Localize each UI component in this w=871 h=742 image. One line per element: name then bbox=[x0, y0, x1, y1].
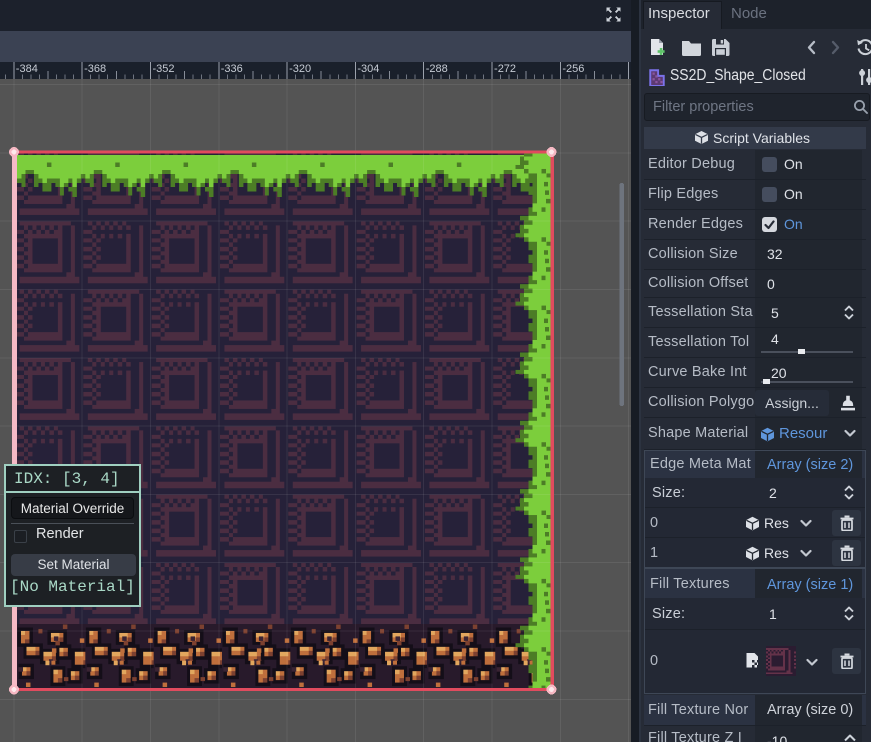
svg-text:-368: -368 bbox=[84, 63, 106, 75]
svg-text:-288: -288 bbox=[426, 63, 448, 75]
svg-text:-336: -336 bbox=[221, 63, 243, 75]
svg-text:-304: -304 bbox=[357, 63, 379, 75]
svg-text:-272: -272 bbox=[494, 63, 516, 75]
svg-text:-320: -320 bbox=[289, 63, 311, 75]
svg-text:-384: -384 bbox=[16, 63, 38, 75]
svg-text:-352: -352 bbox=[152, 63, 174, 75]
svg-text:-256: -256 bbox=[562, 63, 584, 75]
